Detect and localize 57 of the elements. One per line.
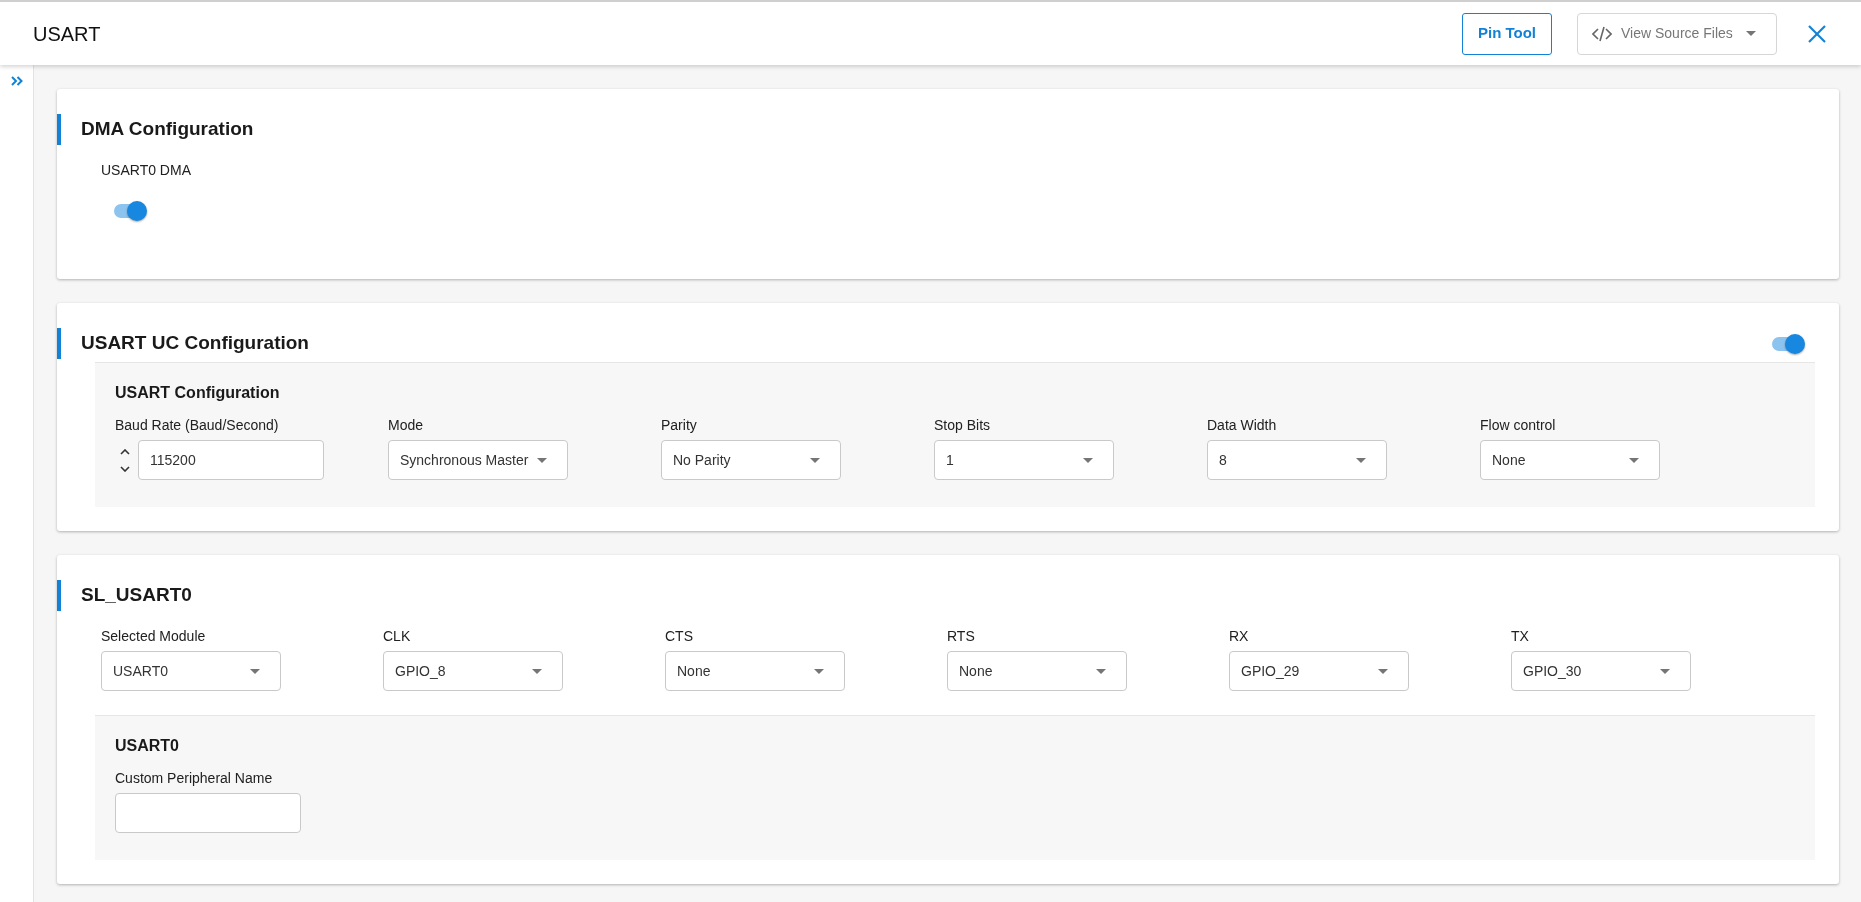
- field-label: Stop Bits: [934, 417, 992, 434]
- double-chevron-icon[interactable]: [10, 76, 23, 86]
- caret-icon: [537, 457, 547, 463]
- page-title: USART: [33, 21, 101, 46]
- code-icon: [1592, 25, 1612, 42]
- caret-icon: [1378, 668, 1388, 674]
- group-title: USART0: [115, 736, 180, 756]
- group-title: USART Configuration: [115, 383, 281, 403]
- accent-bar: [57, 580, 61, 611]
- source-files-dropdown[interactable]: View Source Files: [1577, 12, 1777, 55]
- dropdown[interactable]: 1: [934, 440, 1114, 480]
- field-label: Data Width: [1207, 417, 1278, 434]
- chevron-up-icon[interactable]: [120, 448, 130, 455]
- field-label: Baud Rate (Baud/Second): [115, 417, 280, 434]
- accent-bar: [57, 328, 61, 359]
- field-label: Selected Module: [101, 628, 207, 645]
- field-label: TX: [1511, 628, 1530, 645]
- dropdown[interactable]: USART0: [101, 651, 281, 691]
- section-title: USART UC Configuration: [81, 332, 309, 355]
- dropdown[interactable]: 8: [1207, 440, 1387, 480]
- close-icon[interactable]: [1808, 24, 1826, 43]
- text-field[interactable]: [115, 793, 301, 833]
- field-label: Mode: [388, 417, 425, 434]
- dropdown[interactable]: Synchronous Master: [388, 440, 568, 480]
- pin-tool-button[interactable]: Pin Tool: [1461, 12, 1552, 55]
- caret-icon: [814, 668, 824, 674]
- number-field[interactable]: 115200: [138, 440, 324, 480]
- caret-icon: [532, 668, 542, 674]
- section-title: DMA Configuration: [81, 118, 254, 141]
- chevron-down-icon[interactable]: [120, 465, 130, 472]
- dropdown[interactable]: GPIO_29: [1229, 651, 1409, 691]
- dropdown[interactable]: GPIO_8: [383, 651, 563, 691]
- field-label: CLK: [383, 628, 412, 645]
- field-label: Parity: [661, 417, 698, 434]
- caret-icon: [1660, 668, 1670, 674]
- accent-bar: [57, 114, 61, 145]
- caret-icon: [1083, 457, 1093, 463]
- toggle-label: USART0 DMA: [101, 162, 191, 179]
- caret-icon: [1629, 457, 1639, 463]
- dropdown[interactable]: None: [1480, 440, 1660, 480]
- caret-icon: [1356, 457, 1366, 463]
- caret-icon: [1096, 668, 1106, 674]
- section-title: SL_USART0: [81, 584, 192, 607]
- caret-icon: [1746, 31, 1756, 36]
- dropdown[interactable]: None: [665, 651, 845, 691]
- field-label: RX: [1229, 628, 1250, 645]
- dropdown[interactable]: No Parity: [661, 440, 841, 480]
- field-label: Custom Peripheral Name: [115, 770, 274, 787]
- dropdown[interactable]: None: [947, 651, 1127, 691]
- field-label: RTS: [947, 628, 976, 645]
- dropdown[interactable]: GPIO_30: [1511, 651, 1691, 691]
- caret-icon: [250, 668, 260, 674]
- field-label: CTS: [665, 628, 694, 645]
- toggle-switch[interactable]: [1771, 333, 1805, 354]
- caret-icon: [810, 457, 820, 463]
- toggle-switch[interactable]: [113, 201, 147, 221]
- field-label: Flow control: [1480, 417, 1557, 434]
